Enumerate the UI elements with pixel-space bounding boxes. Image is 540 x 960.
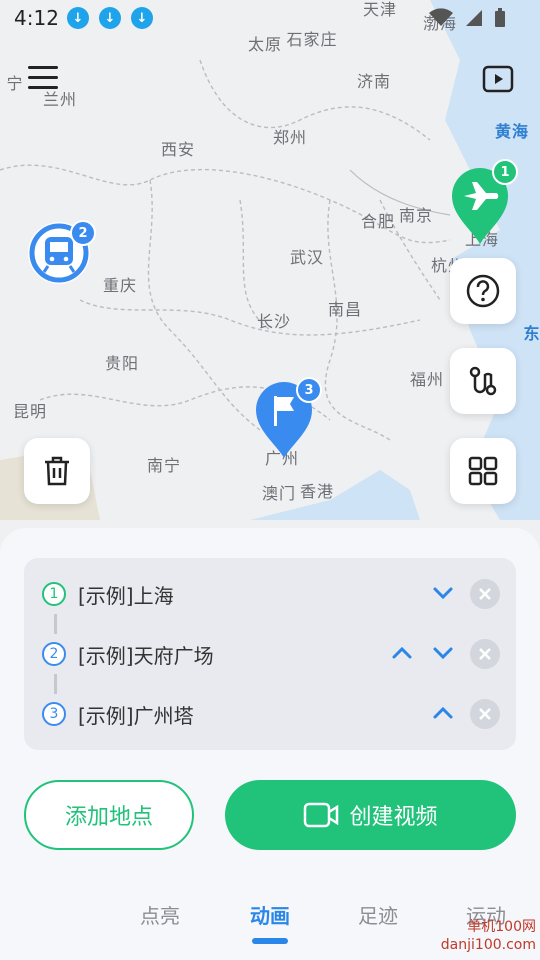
city-label: 福州 <box>409 370 445 389</box>
city-label: 昆明 <box>12 402 48 421</box>
marker-badge: 2 <box>70 220 96 246</box>
sea-label: 黄海 <box>494 122 530 141</box>
list-item[interactable]: 2 [示例]天府广场 <box>24 634 516 674</box>
marker-badge: 3 <box>296 377 322 403</box>
remove-button[interactable] <box>470 579 500 609</box>
marker-chengdu[interactable]: 2 <box>26 220 96 286</box>
route-index: 3 <box>42 702 66 726</box>
create-video-label: 创建视频 <box>349 805 438 830</box>
bottom-sheet: 1 [示例]上海 2 [示例]天府广场 3 [示例]广州塔 添加地点 创建视频 … <box>0 528 540 960</box>
route-connector <box>54 674 57 694</box>
trash-icon <box>45 456 69 486</box>
city-label: 西安 <box>160 140 196 159</box>
city-label: 南京 <box>398 206 434 225</box>
move-up-icon[interactable] <box>389 640 415 666</box>
menu-icon[interactable] <box>28 66 58 90</box>
city-label: 重庆 <box>102 276 138 295</box>
route-index: 1 <box>42 582 66 606</box>
city-label: 宁 <box>6 74 24 93</box>
sea-label: 东 <box>523 324 540 343</box>
close-icon <box>479 648 491 660</box>
marker-shanghai[interactable]: 1 <box>450 159 518 246</box>
city-label: 香港 <box>299 482 335 501</box>
remove-button[interactable] <box>470 639 500 669</box>
grid-button[interactable] <box>450 438 516 504</box>
close-icon <box>479 588 491 600</box>
city-label: 澳门 <box>261 484 297 503</box>
move-up-icon[interactable] <box>430 700 456 726</box>
tab-light-up[interactable]: 点亮 <box>140 900 180 929</box>
help-icon <box>466 274 500 308</box>
status-time: 4:12 <box>14 6 59 30</box>
city-label: 济南 <box>356 72 392 91</box>
city-label: 南宁 <box>146 456 182 475</box>
delete-button[interactable] <box>24 438 90 504</box>
video-library-icon[interactable] <box>482 64 514 98</box>
route-button[interactable] <box>450 348 516 414</box>
status-bar: 4:12 ↓ ↓ ↓ <box>0 0 540 36</box>
create-video-button[interactable]: 创建视频 <box>225 780 516 850</box>
city-label: 贵阳 <box>104 354 140 373</box>
wifi-icon <box>429 8 453 26</box>
city-label: 武汉 <box>289 248 325 267</box>
tab-indicator <box>252 938 288 944</box>
signal-icon <box>466 10 482 26</box>
move-down-icon[interactable] <box>430 580 456 606</box>
move-down-icon[interactable] <box>430 640 456 666</box>
city-label: 长沙 <box>256 312 292 331</box>
help-button[interactable] <box>450 258 516 324</box>
city-label: 南昌 <box>327 300 363 319</box>
city-label: 合肥 <box>360 212 396 231</box>
download-icon: ↓ <box>130 7 153 29</box>
list-item[interactable]: 1 [示例]上海 <box>24 574 516 614</box>
route-name: [示例]广州塔 <box>78 704 194 728</box>
download-icon: ↓ <box>66 7 89 29</box>
route-index: 2 <box>42 642 66 666</box>
download-icon: ↓ <box>98 7 121 29</box>
video-camera-icon <box>304 802 339 828</box>
route-icon <box>469 366 497 396</box>
tab-animation[interactable]: 动画 <box>250 900 290 929</box>
city-label: 郑州 <box>272 128 308 147</box>
marker-guangzhou[interactable]: 3 <box>254 377 322 460</box>
grid-icon <box>468 456 498 486</box>
close-icon <box>479 708 491 720</box>
route-list: 1 [示例]上海 2 [示例]天府广场 3 [示例]广州塔 <box>24 558 516 750</box>
battery-icon <box>495 8 505 27</box>
tab-footprint[interactable]: 足迹 <box>358 900 398 929</box>
list-item[interactable]: 3 [示例]广州塔 <box>24 694 516 734</box>
remove-button[interactable] <box>470 699 500 729</box>
marker-badge: 1 <box>492 159 518 185</box>
watermark: 单机100网 danji100.com <box>440 919 536 953</box>
route-connector <box>54 614 57 634</box>
add-location-button[interactable]: 添加地点 <box>24 780 194 850</box>
route-name: [示例]上海 <box>78 584 174 608</box>
route-name: [示例]天府广场 <box>78 644 214 668</box>
